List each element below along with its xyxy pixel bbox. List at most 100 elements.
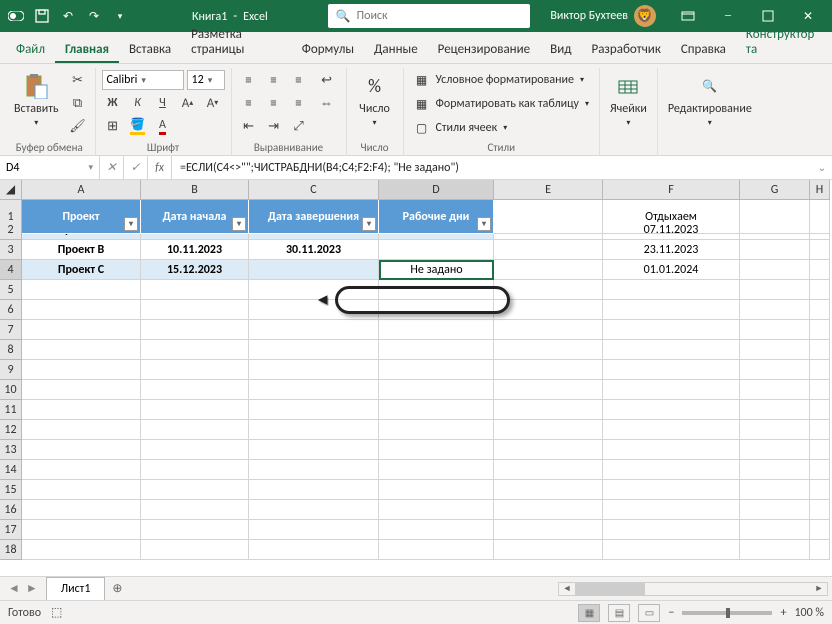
indent-increase-icon[interactable]: ⇥ — [263, 116, 285, 136]
row-header[interactable]: 11 — [0, 400, 22, 420]
col-header[interactable]: G — [740, 180, 810, 200]
sheet-tab[interactable]: Лист1 — [46, 577, 106, 601]
cell[interactable] — [810, 260, 830, 280]
enter-icon[interactable]: ✓ — [124, 156, 148, 180]
align-bottom-icon[interactable]: ≡ — [288, 70, 310, 90]
user-account[interactable]: Виктор Бухтеев 🦁 — [550, 5, 656, 27]
row-header[interactable]: 4 — [0, 260, 22, 280]
tab-formulas[interactable]: Формулы — [292, 36, 364, 63]
cell[interactable] — [810, 240, 830, 260]
filter-icon[interactable]: ▾ — [362, 217, 376, 231]
expand-formula-icon[interactable]: ⌄ — [812, 161, 832, 174]
cell[interactable]: 30.11.2023 — [249, 240, 379, 260]
cell[interactable] — [740, 260, 810, 280]
align-left-icon[interactable]: ≡ — [238, 93, 260, 113]
border-icon[interactable]: ⊞ — [102, 116, 124, 136]
accessibility-icon[interactable]: ⬚ — [51, 605, 62, 620]
row-header[interactable]: 17 — [0, 520, 22, 540]
name-box[interactable]: D4▾ — [0, 156, 100, 179]
cells-button[interactable]: Ячейки▾ — [606, 70, 651, 130]
tab-home[interactable]: Главная — [55, 36, 119, 63]
tab-table-design[interactable]: Конструктор та — [736, 21, 826, 63]
tab-review[interactable]: Рецензирование — [428, 36, 540, 63]
col-header[interactable]: E — [494, 180, 603, 200]
row-header[interactable]: 3 — [0, 240, 22, 260]
formula-input[interactable]: =ЕСЛИ(C4<>"";ЧИСТРАБДНИ(B4;C4;F2:F4); "Н… — [172, 161, 812, 175]
italic-icon[interactable]: К — [127, 93, 149, 113]
row-header[interactable]: 12 — [0, 420, 22, 440]
merge-icon[interactable]: ⇔ — [314, 93, 340, 113]
add-sheet-icon[interactable]: ⊕ — [105, 581, 129, 596]
fill-color-icon[interactable]: 🪣 — [127, 116, 149, 136]
save-icon[interactable] — [30, 4, 54, 28]
cell[interactable] — [740, 240, 810, 260]
ribbon-options-icon[interactable] — [668, 0, 708, 32]
undo-icon[interactable]: ↶ — [56, 4, 80, 28]
col-header[interactable]: D — [379, 180, 494, 200]
cell[interactable] — [740, 220, 810, 240]
row-header[interactable]: 13 — [0, 440, 22, 460]
row-header[interactable]: 7 — [0, 320, 22, 340]
zoom-slider[interactable] — [682, 611, 772, 615]
editing-button[interactable]: 🔍 Редактирование▾ — [664, 70, 756, 130]
filter-icon[interactable]: ▾ — [477, 217, 491, 231]
align-middle-icon[interactable]: ≡ — [263, 70, 285, 90]
underline-icon[interactable]: Ч — [152, 93, 174, 113]
select-all[interactable]: ◢ — [0, 180, 22, 200]
cell[interactable]: Проект B — [22, 240, 141, 260]
filter-icon[interactable]: ▾ — [124, 217, 138, 231]
bold-icon[interactable]: Ж — [102, 93, 124, 113]
filter-icon[interactable]: ▾ — [232, 217, 246, 231]
tab-developer[interactable]: Разработчик — [581, 36, 670, 63]
cell[interactable] — [379, 240, 494, 260]
cell[interactable]: 15.12.2023 — [141, 260, 249, 280]
zoom-level[interactable]: 100 % — [794, 606, 824, 620]
row-header[interactable]: 18 — [0, 540, 22, 560]
font-color-icon[interactable]: A — [152, 116, 174, 136]
search-input[interactable] — [357, 9, 523, 23]
conditional-format-button[interactable]: ▦Условное форматирование▾ — [410, 70, 594, 90]
autosave-toggle[interactable] — [4, 4, 28, 28]
search-box[interactable]: 🔍 — [328, 4, 531, 28]
cell[interactable]: Проект С — [22, 260, 141, 280]
view-normal-icon[interactable]: ▦ — [578, 604, 600, 622]
paste-button[interactable]: Вставить ▾ — [10, 70, 63, 130]
cell[interactable] — [249, 260, 379, 280]
cell[interactable]: 10.11.2023 — [141, 240, 249, 260]
fx-icon[interactable]: fx — [148, 156, 172, 180]
format-painter-icon[interactable]: 🖌 — [67, 116, 89, 136]
row-header[interactable]: 5 — [0, 280, 22, 300]
col-header[interactable]: B — [141, 180, 249, 200]
cut-icon[interactable]: ✂ — [67, 70, 89, 90]
align-center-icon[interactable]: ≡ — [263, 93, 285, 113]
redo-icon[interactable]: ↷ — [82, 4, 106, 28]
row-header[interactable]: 10 — [0, 380, 22, 400]
row-header[interactable]: 6 — [0, 300, 22, 320]
cell[interactable] — [810, 220, 830, 240]
row-header[interactable]: 9 — [0, 360, 22, 380]
tab-help[interactable]: Справка — [671, 36, 736, 63]
indent-decrease-icon[interactable]: ⇤ — [238, 116, 260, 136]
tab-file[interactable]: Файл — [6, 36, 55, 63]
row-header[interactable]: 14 — [0, 460, 22, 480]
col-header[interactable]: C — [249, 180, 379, 200]
font-name-combo[interactable]: Calibri▾ — [102, 70, 184, 90]
cell[interactable]: 07.11.2023 — [603, 220, 740, 240]
row-header[interactable]: 16 — [0, 500, 22, 520]
qat-dropdown-icon[interactable]: ▾ — [108, 4, 132, 28]
row-header[interactable]: 15 — [0, 480, 22, 500]
table-header[interactable]: Проект▾ — [22, 200, 141, 234]
col-header[interactable]: H — [810, 180, 830, 200]
format-as-table-button[interactable]: ▦Форматировать как таблицу▾ — [410, 94, 594, 114]
view-layout-icon[interactable]: ▤ — [608, 604, 630, 622]
tab-layout[interactable]: Разметка страницы — [181, 21, 292, 63]
tab-insert[interactable]: Вставка — [119, 36, 181, 63]
h-scrollbar[interactable]: ◄► — [558, 582, 828, 596]
font-grow-icon[interactable]: A▴ — [177, 93, 199, 113]
font-size-combo[interactable]: 12▾ — [187, 70, 225, 90]
sheet-next-icon[interactable]: ► — [26, 581, 38, 596]
cell[interactable] — [494, 240, 603, 260]
font-shrink-icon[interactable]: A▾ — [202, 93, 224, 113]
row-header[interactable]: 8 — [0, 340, 22, 360]
active-cell[interactable]: Не задано — [379, 260, 494, 280]
